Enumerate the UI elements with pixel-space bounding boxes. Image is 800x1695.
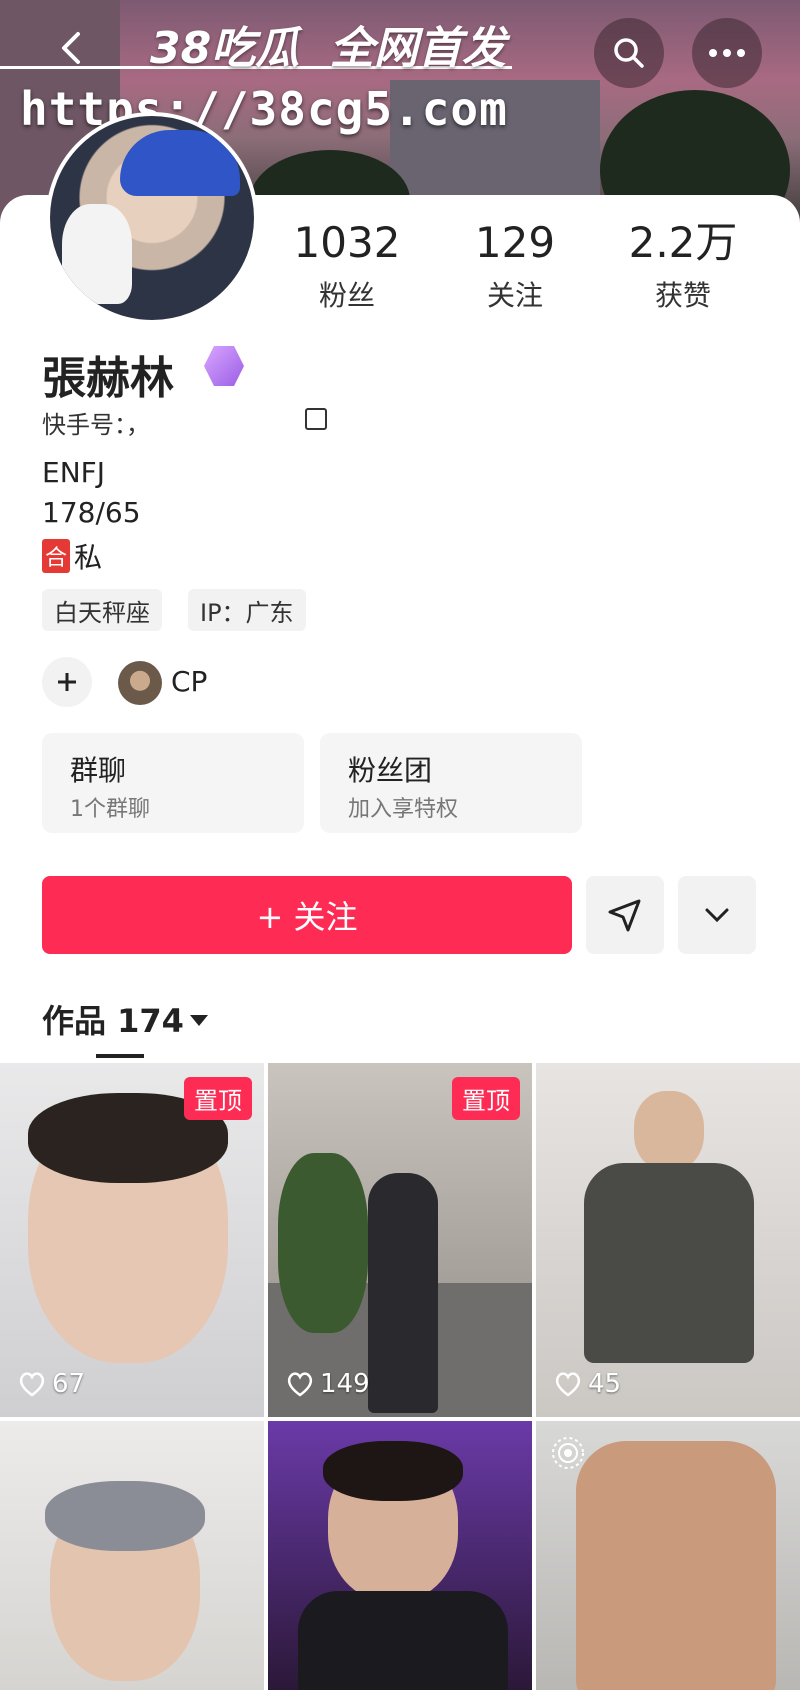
pinned-badge: 置顶: [452, 1077, 520, 1120]
search-icon: [614, 38, 644, 68]
likes-count: 67: [18, 1369, 85, 1399]
video-tile[interactable]: [536, 1421, 800, 1690]
message-button[interactable]: [586, 876, 664, 954]
likes-value: 67: [52, 1369, 86, 1399]
bio-line: ENFJ: [42, 456, 105, 489]
hair: [45, 1481, 205, 1551]
video-tile[interactable]: [268, 1421, 532, 1690]
watermark-brand: 38吃瓜: [150, 23, 300, 74]
cp-avatar[interactable]: [118, 661, 162, 705]
fan-club-card[interactable]: 粉丝团 加入享特权: [320, 733, 582, 833]
group-chat-title: 群聊: [70, 754, 127, 787]
send-icon: [608, 899, 641, 932]
watermark-logo: 38吃瓜 全网首发: [150, 12, 506, 76]
hair: [323, 1441, 463, 1501]
live-photo-icon: [552, 1437, 584, 1469]
heart-icon: [287, 1372, 313, 1397]
heart-icon: [19, 1372, 45, 1397]
stat-fans[interactable]: 1032 粉丝: [262, 222, 432, 314]
group-chat-subtitle: 1个群聊: [70, 797, 150, 822]
jacket: [584, 1163, 754, 1363]
bio-line: 178/65: [42, 496, 141, 529]
bio-private: 私: [74, 541, 103, 574]
chevron-left-icon: [62, 32, 80, 64]
torso: [576, 1441, 776, 1690]
tag-ip[interactable]: IP：广东: [188, 589, 306, 631]
person: [368, 1173, 438, 1413]
bio-line: 合私: [42, 536, 102, 576]
shirt: [298, 1591, 508, 1690]
likes-count: 149: [286, 1369, 370, 1399]
stat-following[interactable]: 129 关注: [430, 222, 600, 314]
cap: [120, 130, 240, 196]
expand-button[interactable]: [678, 876, 756, 954]
watermark-slogan: 全网首发: [329, 23, 506, 74]
chevron-down-icon: [705, 908, 729, 923]
search-button[interactable]: [594, 18, 664, 88]
stat-label: 关注: [486, 279, 543, 312]
back-button[interactable]: [52, 28, 92, 68]
kuaishou-id: 快手号：，: [42, 411, 150, 439]
video-tile[interactable]: 45: [536, 1063, 800, 1417]
copy-icon[interactable]: [305, 408, 327, 430]
plant: [278, 1153, 368, 1333]
more-button[interactable]: [692, 18, 762, 88]
stat-likes[interactable]: 2.2万 获赞: [598, 222, 768, 314]
add-cp-button[interactable]: [42, 657, 92, 707]
stat-value: 129: [474, 218, 556, 267]
likes-value: 45: [588, 1369, 622, 1399]
he-badge: 合: [42, 539, 71, 573]
plus-icon: [58, 673, 76, 691]
video-tile[interactable]: [0, 1421, 264, 1690]
stat-label: 获赞: [654, 279, 711, 312]
cp-label[interactable]: CP: [171, 665, 207, 698]
caret-down-icon: [189, 1015, 208, 1026]
pinned-badge: 置顶: [184, 1077, 252, 1120]
more-dots-icon: [709, 49, 745, 57]
video-tile[interactable]: 置顶 149: [268, 1063, 532, 1417]
fan-club-subtitle: 加入享特权: [348, 797, 459, 822]
fan-club-title: 粉丝团: [348, 754, 433, 787]
watermark-url: https://38cg5.com: [20, 82, 508, 136]
likes-count: 45: [554, 1369, 621, 1399]
avatar[interactable]: [46, 112, 258, 324]
stat-value: 1032: [293, 218, 401, 267]
stat-label: 粉丝: [318, 279, 375, 312]
tag-zodiac[interactable]: 白天秤座: [42, 589, 162, 631]
video-tile[interactable]: 置顶 67: [0, 1063, 264, 1417]
stat-value: 2.2万: [628, 218, 738, 267]
group-chat-card[interactable]: 群聊 1个群聊: [42, 733, 304, 833]
profile-name: 張赫林: [42, 353, 174, 404]
dog: [62, 204, 132, 304]
face: [634, 1091, 704, 1171]
follow-button[interactable]: + 关注: [42, 876, 572, 954]
likes-value: 149: [320, 1369, 370, 1399]
works-label: 作品 174: [42, 1002, 184, 1040]
works-tab[interactable]: 作品 174: [42, 996, 208, 1042]
tab-indicator: [96, 1054, 144, 1058]
heart-icon: [555, 1372, 581, 1397]
